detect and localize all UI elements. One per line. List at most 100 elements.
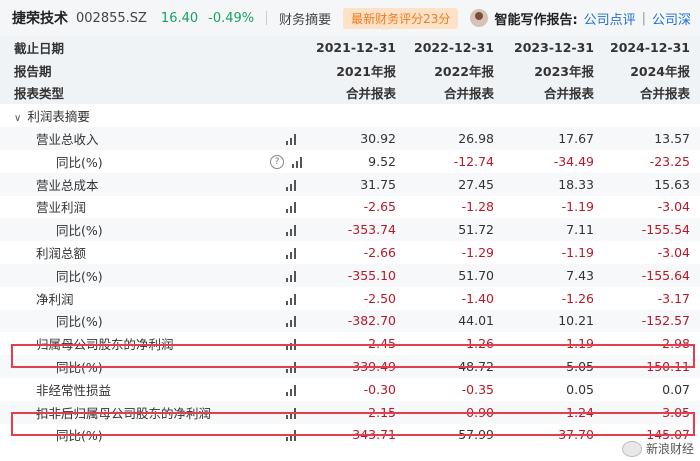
value-cell: 27.45 (406, 172, 504, 196)
value-cell: -23.25 (649, 153, 690, 169)
chart-bars-icon[interactable] (286, 134, 298, 146)
value-cell: 7.43 (504, 263, 604, 287)
value-cell: -2.66 (363, 245, 396, 261)
value-cell: 51.72 (406, 218, 504, 242)
value-cell: -34.49 (553, 153, 594, 169)
stock-change: -0.49% (208, 10, 255, 26)
value-cell: 10.21 (504, 309, 604, 333)
row-icons (270, 332, 306, 355)
chart-bars-icon[interactable] (286, 248, 298, 260)
value-cell: -339.49 (306, 355, 406, 378)
help-icon[interactable]: ? (270, 155, 284, 170)
value-cell: -0.30 (363, 381, 396, 397)
chart-bars-icon[interactable] (286, 407, 298, 419)
value-cell: -3.04 (657, 199, 690, 215)
collapse-chevron-icon[interactable]: ∨ (14, 113, 21, 124)
row-label: 同比(%) (0, 355, 270, 378)
value-cell: -353.74 (306, 218, 406, 242)
table-row: 利润总额 -2.66 -1.29 -1.19 -3.04 (0, 241, 700, 264)
value-cell: 26.98 (406, 127, 504, 150)
value-cell: 57.99 (458, 427, 494, 443)
value-cell: -2.65 (363, 199, 396, 215)
chart-bars-icon[interactable] (292, 156, 304, 168)
table-row: 营业总收入 30.92 26.98 17.67 13.57 (0, 127, 700, 150)
header-row-date: 截止日期 2021-12-31 2022-12-31 2023-12-31 2024-1… (0, 36, 700, 59)
table-row: 归属母公司股东的净利润 -2.45 -1.26 -1.19 -2.98 (0, 332, 700, 355)
row-icons (270, 424, 306, 447)
chart-bars-icon[interactable] (286, 293, 298, 305)
value-cell: 17.67 (504, 127, 604, 150)
value-cell: -37.70 (553, 427, 594, 443)
value-cell: -382.70 (306, 309, 406, 333)
table-row: 同比(%) -339.49 48.72 5.05 -150.11 (0, 355, 700, 378)
watermark: 新浪财经 (621, 440, 694, 457)
header-cell: 2023年报 (504, 58, 604, 82)
value-cell: -1.29 (461, 245, 494, 261)
row-label: 同比(%) (56, 428, 103, 444)
section-row[interactable]: ∨ 利润表摘要 (0, 104, 700, 128)
header-cell: 2023-12-31 (504, 36, 604, 59)
value-cell: -355.10 (306, 263, 406, 287)
value-cell: -2.45 (363, 336, 396, 352)
row-icons (270, 400, 306, 424)
header-cell: 2021年报 (306, 58, 406, 82)
chart-bars-icon[interactable] (286, 316, 298, 328)
row-label: 归属母公司股东的净利润 (36, 337, 174, 353)
value-cell: 31.75 (306, 172, 406, 196)
chart-bars-icon[interactable] (286, 384, 298, 396)
chart-bars-icon[interactable] (286, 430, 298, 442)
chart-bars-icon[interactable] (286, 225, 298, 237)
row-label: 同比(%) (0, 309, 270, 333)
row-icons (270, 196, 306, 219)
row-icons (270, 378, 306, 401)
header-spacer (270, 81, 306, 105)
row-icons (270, 287, 306, 310)
row-label: 利润总额 (36, 246, 87, 262)
value-cell: -1.28 (461, 199, 494, 215)
header-row-period: 报告期 2021年报 2022年报 2023年报 2024年报 (0, 58, 700, 82)
value-cell: -1.19 (561, 336, 594, 352)
row-label: 同比(%) (0, 218, 270, 242)
score-badge[interactable]: 最新财务评分23分 (343, 7, 459, 29)
chart-bars-icon[interactable] (286, 179, 298, 191)
value-cell: 15.63 (604, 172, 700, 196)
row-icons (270, 241, 306, 264)
section-title[interactable]: ∨ 利润表摘要 (0, 104, 700, 128)
chart-bars-icon[interactable] (286, 362, 298, 374)
financial-summary-table: 截止日期 2021-12-31 2022-12-31 2023-12-31 2024-1… (0, 36, 700, 446)
stock-price: 16.40 (160, 10, 199, 26)
chart-bars-icon[interactable] (286, 270, 298, 282)
value-cell: -2.15 (306, 400, 406, 424)
avatar (470, 9, 489, 27)
stock-header: 捷荣技术 002855.SZ 16.40 -0.49% 财务摘要 最新财务评分2… (0, 0, 700, 37)
value-cell: -3.17 (657, 290, 690, 306)
value-cell: 5.05 (504, 355, 604, 378)
value-cell: -150.11 (604, 355, 700, 378)
header-label: 截止日期 (0, 36, 270, 59)
table-row: 扣非后归属母公司股东的净利润 -2.15 -0.90 -1.24 -3.05 (0, 400, 700, 424)
chart-bars-icon[interactable] (286, 202, 298, 214)
value-cell: -2.98 (657, 336, 690, 352)
value-cell: -0.90 (406, 400, 504, 424)
company-deep-link[interactable]: 公司深 (652, 9, 691, 28)
stock-name: 捷荣技术 (12, 11, 68, 27)
chart-bars-icon[interactable] (286, 339, 298, 351)
row-label: 同比(%) (56, 154, 103, 170)
row-icons (270, 309, 306, 333)
table-row: 同比(%) -343.71 57.99 -37.70 -145.07 (0, 424, 700, 447)
company-review-link[interactable]: 公司点评 (584, 9, 636, 28)
link-divider: | (641, 10, 647, 26)
value-cell: -1.26 (561, 290, 594, 306)
section-label: 利润表摘要 (27, 109, 90, 125)
value-cell: 48.72 (406, 355, 504, 378)
table-row: 净利润 -2.50 -1.40 -1.26 -3.17 (0, 287, 700, 310)
header-cell: 2024-12-31 (604, 36, 700, 59)
value-cell: 18.33 (504, 172, 604, 196)
row-label: 营业总成本 (0, 172, 270, 196)
table-row: 同比(%) -382.70 44.01 10.21 -152.57 (0, 309, 700, 333)
table-row: 同比(%)? 9.52 -12.74 -34.49 -23.25 (0, 150, 700, 173)
value-cell: 51.70 (406, 263, 504, 287)
row-label: 营业总收入 (0, 127, 270, 150)
value-cell: -155.54 (604, 218, 700, 242)
header-cell: 2022-12-31 (406, 36, 504, 59)
